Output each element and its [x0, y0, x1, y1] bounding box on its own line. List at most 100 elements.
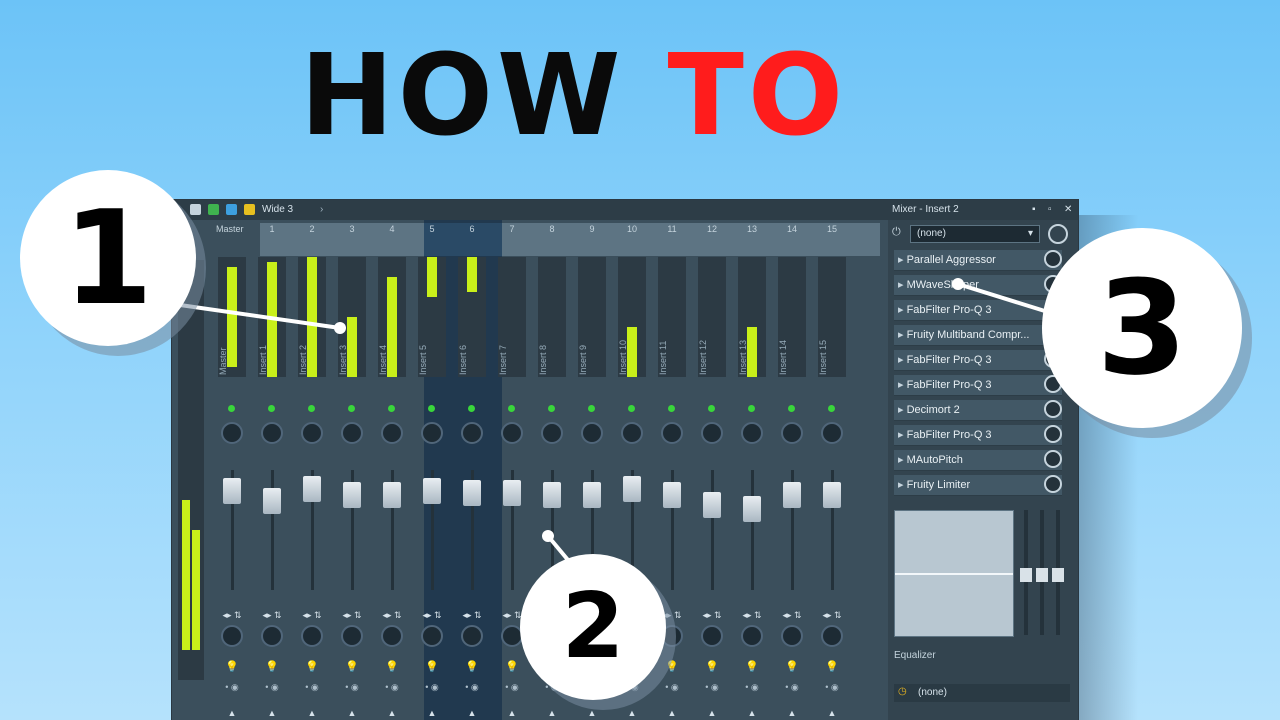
- mute-led[interactable]: [548, 405, 555, 412]
- volume-fader[interactable]: [703, 492, 721, 518]
- input-icon[interactable]: ⏻: [892, 226, 906, 242]
- volume-fader[interactable]: [543, 482, 561, 508]
- stereo-swap-icon[interactable]: ◂▸ ⇅: [212, 610, 252, 621]
- stereo-separation-knob[interactable]: [301, 625, 323, 647]
- mute-led[interactable]: [628, 405, 635, 412]
- record-arm-icon[interactable]: • ◉: [732, 682, 772, 693]
- insert-strip-3[interactable]: 3 Insert 3 ◂▸ ⇅ 💡 • ◉ ▲: [332, 220, 372, 720]
- slot-arrow-icon[interactable]: ▸: [898, 279, 907, 291]
- chevron-right-icon[interactable]: ›: [320, 204, 323, 215]
- input-clock-icon[interactable]: [1048, 224, 1068, 244]
- mixer-preset-label[interactable]: Wide 3: [262, 204, 293, 215]
- volume-fader[interactable]: [383, 482, 401, 508]
- volume-fader[interactable]: [303, 476, 321, 502]
- mute-led[interactable]: [268, 405, 275, 412]
- route-arrow-icon[interactable]: ▲: [812, 708, 852, 718]
- slot-arrow-icon[interactable]: ▸: [898, 454, 907, 466]
- stereo-separation-knob[interactable]: [781, 625, 803, 647]
- mute-led[interactable]: [508, 405, 515, 412]
- lightbulb-icon[interactable]: 💡: [252, 660, 292, 673]
- slot-mix-knob[interactable]: [1044, 425, 1062, 443]
- eq-high-fader[interactable]: [1052, 568, 1064, 582]
- stereo-swap-icon[interactable]: ◂▸ ⇅: [772, 610, 812, 621]
- volume-fader[interactable]: [583, 482, 601, 508]
- route-arrow-icon[interactable]: ▲: [412, 708, 452, 718]
- record-arm-icon[interactable]: • ◉: [332, 682, 372, 693]
- stereo-separation-knob[interactable]: [821, 625, 843, 647]
- insert-strip-4[interactable]: 4 Insert 4 ◂▸ ⇅ 💡 • ◉ ▲: [372, 220, 412, 720]
- pan-knob[interactable]: [541, 422, 563, 444]
- pan-knob[interactable]: [501, 422, 523, 444]
- route-arrow-icon[interactable]: ▲: [772, 708, 812, 718]
- stereo-separation-knob[interactable]: [341, 625, 363, 647]
- effect-slot[interactable]: ▸ Fruity Multiband Compr...: [894, 325, 1062, 346]
- route-arrow-icon[interactable]: ▲: [652, 708, 692, 718]
- mute-led[interactable]: [748, 405, 755, 412]
- record-arm-icon[interactable]: • ◉: [412, 682, 452, 693]
- route-arrow-icon[interactable]: ▲: [452, 708, 492, 718]
- stereo-separation-knob[interactable]: [461, 625, 483, 647]
- effect-slot[interactable]: ▸ MAutoPitch: [894, 450, 1062, 471]
- stereo-swap-icon[interactable]: ◂▸ ⇅: [292, 610, 332, 621]
- route-arrow-icon[interactable]: ▲: [372, 708, 412, 718]
- slot-mix-knob[interactable]: [1044, 475, 1062, 493]
- route-arrow-icon[interactable]: ▲: [252, 708, 292, 718]
- record-arm-icon[interactable]: • ◉: [372, 682, 412, 693]
- layout-icon[interactable]: [244, 204, 255, 215]
- volume-fader[interactable]: [263, 488, 281, 514]
- lightbulb-icon[interactable]: 💡: [452, 660, 492, 673]
- slot-arrow-icon[interactable]: ▸: [898, 379, 907, 391]
- stereo-swap-icon[interactable]: ◂▸ ⇅: [812, 610, 852, 621]
- record-arm-icon[interactable]: • ◉: [252, 682, 292, 693]
- pan-knob[interactable]: [781, 422, 803, 444]
- mixer-menu-icon[interactable]: [190, 204, 201, 215]
- route-arrow-icon[interactable]: ▲: [612, 708, 652, 718]
- mute-led[interactable]: [308, 405, 315, 412]
- route-arrow-icon[interactable]: ▲: [692, 708, 732, 718]
- lightbulb-icon[interactable]: 💡: [692, 660, 732, 673]
- lightbulb-icon[interactable]: 💡: [652, 660, 692, 673]
- pan-knob[interactable]: [581, 422, 603, 444]
- minimize-icon[interactable]: ▪: [1032, 204, 1036, 215]
- master-strip[interactable]: Master ◂▸ ⇅ 💡 • ◉ ▲: [212, 220, 252, 720]
- volume-fader[interactable]: [463, 480, 481, 506]
- stereo-swap-icon[interactable]: ◂▸ ⇅: [332, 610, 372, 621]
- record-arm-icon[interactable]: • ◉: [452, 682, 492, 693]
- route-arrow-icon[interactable]: ▲: [212, 708, 252, 718]
- lightbulb-icon[interactable]: 💡: [812, 660, 852, 673]
- slot-arrow-icon[interactable]: ▸: [898, 404, 907, 416]
- effect-slot[interactable]: ▸ FabFilter Pro-Q 3: [894, 425, 1062, 446]
- record-arm-icon[interactable]: • ◉: [652, 682, 692, 693]
- stereo-separation-knob[interactable]: [221, 625, 243, 647]
- route-arrow-icon[interactable]: ▲: [732, 708, 772, 718]
- close-icon[interactable]: ✕: [1064, 204, 1072, 215]
- lightbulb-icon[interactable]: 💡: [412, 660, 452, 673]
- slot-arrow-icon[interactable]: ▸: [898, 429, 907, 441]
- lightbulb-icon[interactable]: 💡: [292, 660, 332, 673]
- mute-led[interactable]: [708, 405, 715, 412]
- record-arm-icon[interactable]: • ◉: [692, 682, 732, 693]
- stereo-swap-icon[interactable]: ◂▸ ⇅: [252, 610, 292, 621]
- route-arrow-icon[interactable]: ▲: [332, 708, 372, 718]
- slot-arrow-icon[interactable]: ▸: [898, 304, 907, 316]
- slot-arrow-icon[interactable]: ▸: [898, 329, 907, 341]
- mute-led[interactable]: [788, 405, 795, 412]
- mute-led[interactable]: [428, 405, 435, 412]
- lightbulb-icon[interactable]: 💡: [332, 660, 372, 673]
- pan-knob[interactable]: [221, 422, 243, 444]
- volume-fader[interactable]: [423, 478, 441, 504]
- route-arrow-icon[interactable]: ▲: [572, 708, 612, 718]
- record-arm-icon[interactable]: • ◉: [492, 682, 532, 693]
- slot-mix-knob[interactable]: [1044, 250, 1062, 268]
- equalizer-graph[interactable]: [894, 510, 1014, 637]
- eq-low-fader[interactable]: [1020, 568, 1032, 582]
- mute-led[interactable]: [228, 405, 235, 412]
- insert-strip-6[interactable]: 6 Insert 6 ◂▸ ⇅ 💡 • ◉ ▲: [452, 220, 492, 720]
- record-arm-icon[interactable]: • ◉: [772, 682, 812, 693]
- volume-fader[interactable]: [343, 482, 361, 508]
- pan-knob[interactable]: [341, 422, 363, 444]
- volume-fader[interactable]: [743, 496, 761, 522]
- pan-knob[interactable]: [301, 422, 323, 444]
- pan-knob[interactable]: [261, 422, 283, 444]
- pan-knob[interactable]: [421, 422, 443, 444]
